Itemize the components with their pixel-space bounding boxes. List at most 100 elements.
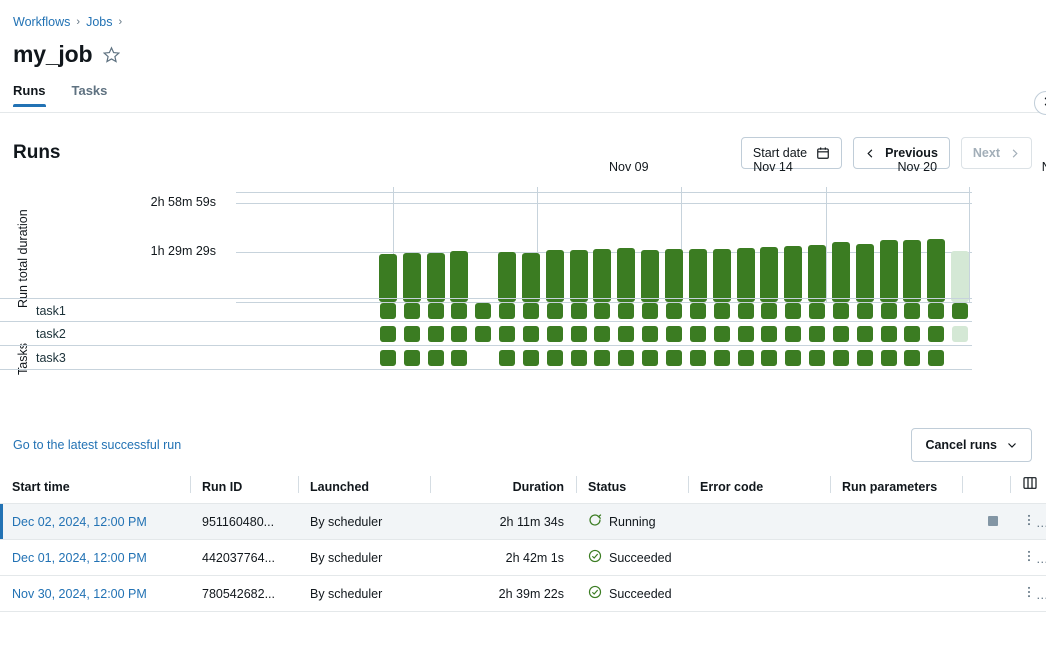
chart-task-cell[interactable] [451,303,467,319]
col-status[interactable]: Status [576,475,688,504]
chart-task-cell[interactable] [928,326,944,342]
chart-task-cell[interactable] [642,326,658,342]
chart-task-cell[interactable] [642,350,658,366]
chart-task-cell[interactable] [499,303,515,319]
chart-task-cell[interactable] [380,350,396,366]
chart-task-cell[interactable] [928,350,944,366]
chart-task-cell[interactable] [618,303,634,319]
table-row[interactable]: Dec 02, 2024, 12:00 PM951160480...By sch… [0,504,1046,540]
chart-task-cell[interactable] [594,326,610,342]
panel-expand-button[interactable] [1034,91,1046,115]
chart-bar[interactable] [427,253,445,302]
col-launched[interactable]: Launched [298,475,430,504]
chart-task-cell[interactable] [594,303,610,319]
chart-bar[interactable] [903,240,921,302]
chart-task-cell[interactable] [475,350,491,366]
run-link[interactable]: Nov 30, 2024, 12:00 PM [12,587,147,601]
chart-bar[interactable] [450,251,468,302]
chart-task-cell[interactable] [380,326,396,342]
chart-task-cell[interactable] [761,326,777,342]
chart-task-cell[interactable] [618,326,634,342]
chart-task-cell[interactable] [904,303,920,319]
table-row[interactable]: Dec 01, 2024, 12:00 PM442037764...By sch… [0,540,1046,576]
chart-task-cell[interactable] [904,350,920,366]
chart-task-cell[interactable] [809,326,825,342]
chart-bar[interactable] [760,247,778,302]
latest-successful-run-link[interactable]: Go to the latest successful run [13,438,181,452]
chart-task-cell[interactable] [571,303,587,319]
chart-bar[interactable] [951,251,969,302]
chart-task-cell[interactable] [714,326,730,342]
chart-bar[interactable] [784,246,802,302]
col-run-parameters[interactable]: Run parameters [830,475,962,504]
chart-task-cell[interactable] [475,303,491,319]
columns-icon[interactable] [1022,475,1038,494]
chart-task-cell[interactable] [785,303,801,319]
chart-task-cell[interactable] [451,350,467,366]
chart-bar[interactable] [713,249,731,302]
breadcrumb-item-jobs[interactable]: Jobs [86,14,112,30]
col-run-id[interactable]: Run ID [190,475,298,504]
chart-task-cell[interactable] [690,303,706,319]
chart-task-cell[interactable] [594,350,610,366]
tab-runs[interactable]: Runs [13,83,46,106]
chart-bar[interactable] [379,254,397,302]
chart-task-cell[interactable] [547,350,563,366]
chart-task-cell[interactable] [523,350,539,366]
chart-task-cell[interactable] [499,350,515,366]
run-link[interactable]: Dec 02, 2024, 12:00 PM [12,515,147,529]
chart-bar[interactable] [737,248,755,302]
chart-bar[interactable] [570,250,588,302]
chart-task-cell[interactable] [642,303,658,319]
chart-task-cell[interactable] [666,303,682,319]
chart-task-cell[interactable] [666,350,682,366]
chart-task-cell[interactable] [428,303,444,319]
star-icon[interactable] [103,46,120,63]
chart-task-cell[interactable] [523,303,539,319]
chart-task-cell[interactable] [475,326,491,342]
chart-task-cell[interactable] [571,326,587,342]
chart-bar[interactable] [927,239,945,302]
chart-task-cell[interactable] [785,326,801,342]
chart-task-cell[interactable] [404,326,420,342]
chart-bar[interactable] [832,242,850,302]
chart-task-cell[interactable] [380,303,396,319]
chart-bar[interactable] [474,203,492,302]
chart-task-cell[interactable] [738,350,754,366]
chart-bar[interactable] [498,252,516,302]
col-duration[interactable]: Duration [430,475,576,504]
chart-task-cell[interactable] [547,326,563,342]
chart-task-cell[interactable] [547,303,563,319]
chart-task-cell[interactable] [928,303,944,319]
more-vertical-icon[interactable] [1022,549,1036,566]
run-link[interactable]: Dec 01, 2024, 12:00 PM [12,551,147,565]
chart-task-cell[interactable] [881,303,897,319]
chart-task-cell[interactable] [523,326,539,342]
chart-task-cell[interactable] [761,303,777,319]
chart-task-cell[interactable] [404,350,420,366]
chart-task-cell[interactable] [666,326,682,342]
chart-task-cell[interactable] [904,326,920,342]
chart-bar[interactable] [689,249,707,302]
chart-task-cell[interactable] [738,326,754,342]
chart-task-cell[interactable] [428,326,444,342]
chart-task-cell[interactable] [571,350,587,366]
chart-task-cell[interactable] [714,303,730,319]
chart-bar[interactable] [522,253,540,302]
chart-bar[interactable] [641,250,659,302]
chart-task-cell[interactable] [857,350,873,366]
chart-task-cell[interactable] [881,350,897,366]
chart-task-cell[interactable] [952,350,968,366]
chart-task-cell[interactable] [809,350,825,366]
chart-bar[interactable] [593,249,611,302]
table-row[interactable]: Nov 30, 2024, 12:00 PM780542682...By sch… [0,576,1046,612]
chart-task-cell[interactable] [690,326,706,342]
chart-task-cell[interactable] [857,326,873,342]
chart-task-cell[interactable] [857,303,873,319]
breadcrumb-item-workflows[interactable]: Workflows [13,14,70,30]
chart-task-cell[interactable] [833,326,849,342]
chart-task-cell[interactable] [952,303,968,319]
chart-task-cell[interactable] [881,326,897,342]
more-vertical-icon[interactable] [1022,585,1036,602]
chart-task-cell[interactable] [404,303,420,319]
